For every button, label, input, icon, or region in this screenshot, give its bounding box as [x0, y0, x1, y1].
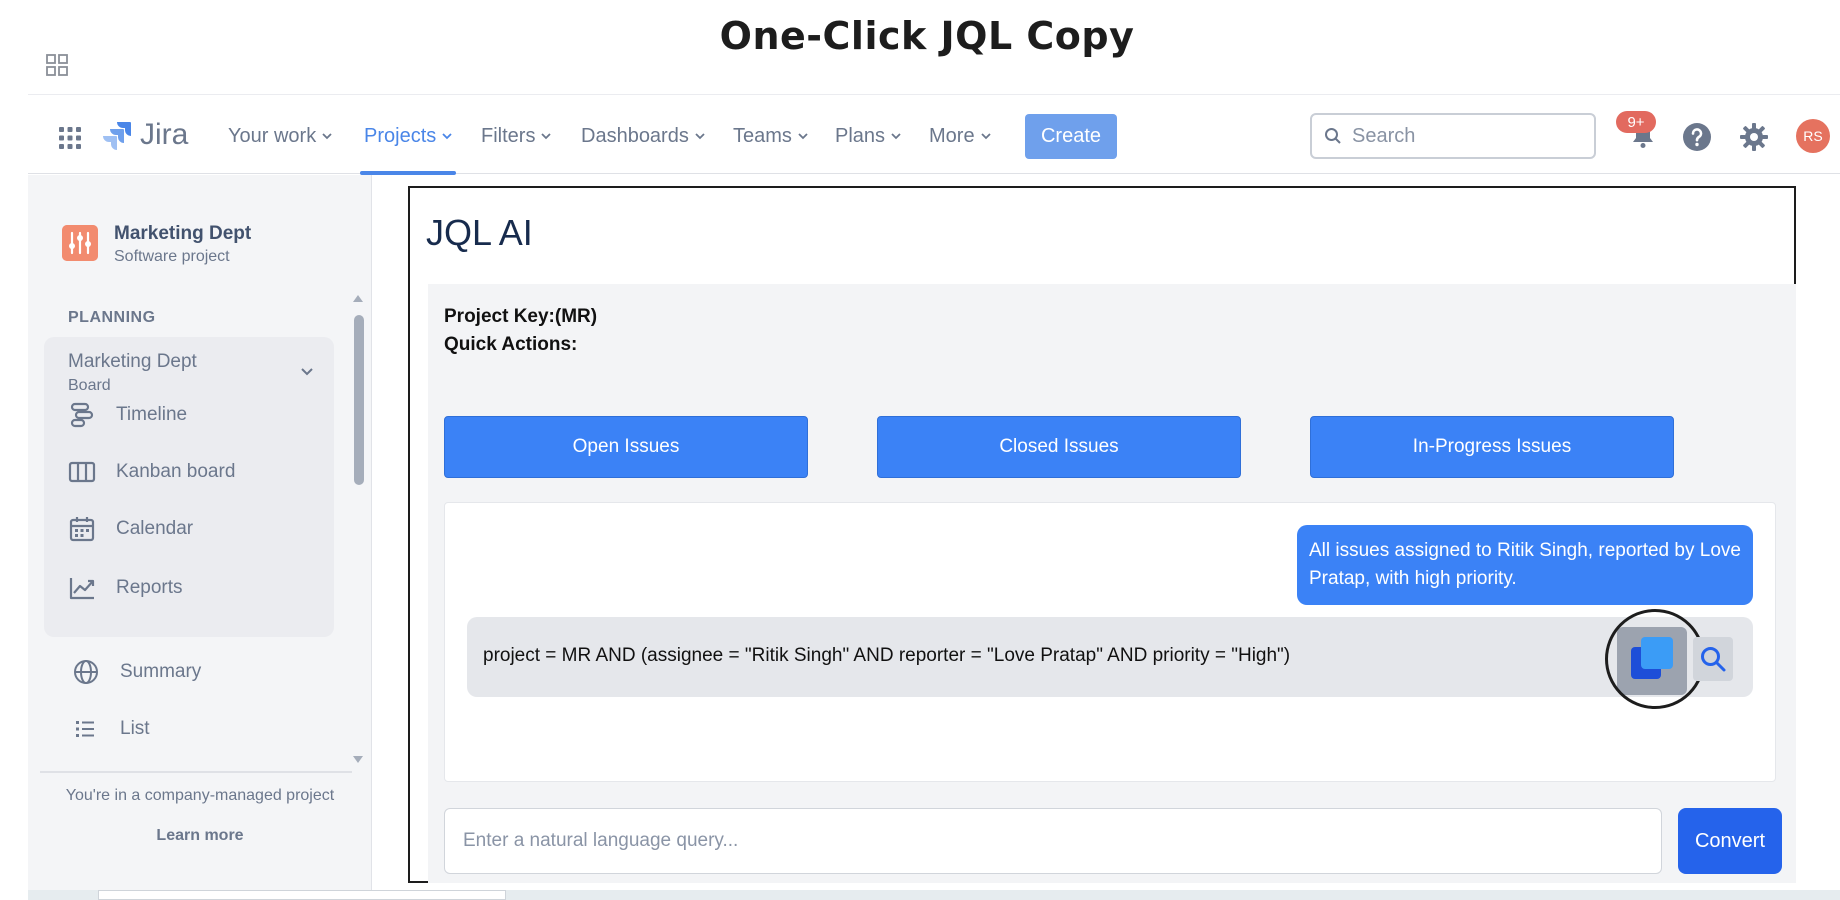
grid-icon	[46, 54, 68, 76]
jql-result-box: project = MR AND (assignee = "Ritik Sing…	[467, 609, 1753, 709]
nav-your-work-label: Your work	[228, 124, 317, 147]
app-switcher-icon[interactable]	[59, 127, 81, 149]
chevron-down-icon	[695, 133, 705, 140]
board-group: Marketing Dept Board Timeline Kanban boa…	[44, 337, 334, 637]
highlight-ring	[1605, 609, 1705, 709]
sidebar-item-label: Calendar	[116, 518, 194, 539]
board-subtitle: Board	[68, 377, 111, 394]
active-nav-underline	[360, 171, 456, 175]
sidebar-item-label: Kanban board	[116, 461, 236, 482]
in-progress-issues-button[interactable]: In-Progress Issues	[1310, 416, 1674, 478]
globe-icon	[74, 660, 98, 684]
nav-filters[interactable]: Filters	[481, 119, 552, 153]
list-icon	[76, 721, 94, 737]
top-navigation: Jira Your work Projects Filters Dashboar…	[28, 94, 1840, 175]
learn-more-link[interactable]: Learn more	[28, 827, 372, 845]
sidebar-divider	[40, 771, 352, 773]
nav-projects[interactable]: Projects	[364, 119, 452, 153]
planning-section-label: PLANNING	[68, 309, 156, 326]
sidebar-scrollbar-thumb[interactable]	[354, 315, 364, 485]
search-placeholder: Search	[1352, 124, 1416, 147]
chevron-down-icon	[891, 133, 901, 140]
closed-issues-button[interactable]: Closed Issues	[877, 416, 1241, 478]
sidebar-item-label: Summary	[120, 661, 202, 682]
nav-more-label: More	[929, 124, 975, 147]
avatar[interactable]: RS	[1796, 119, 1830, 153]
help-icon[interactable]	[1682, 122, 1712, 152]
project-avatar-icon	[62, 225, 98, 261]
chevron-down-icon	[322, 133, 332, 140]
board-title[interactable]: Marketing Dept	[68, 351, 197, 373]
nav-plans[interactable]: Plans	[835, 119, 901, 153]
sidebar-item-timeline[interactable]: Timeline	[68, 399, 187, 431]
user-message-bubble: All issues assigned to Ritik Singh, repo…	[1297, 525, 1753, 605]
create-button[interactable]: Create	[1025, 114, 1117, 159]
project-name[interactable]: Marketing Dept	[114, 223, 251, 245]
bottom-input-stub	[98, 890, 506, 900]
sidebar-item-label: Reports	[116, 577, 183, 598]
sidebar-item-calendar[interactable]: Calendar	[68, 513, 193, 545]
nav-teams-label: Teams	[733, 124, 792, 147]
chat-area: All issues assigned to Ritik Singh, repo…	[444, 502, 1776, 782]
chevron-down-icon	[541, 133, 552, 140]
search-icon	[1701, 647, 1726, 672]
chevron-down-icon	[798, 133, 808, 140]
jira-logo[interactable]: Jira	[102, 117, 188, 153]
quick-actions-label: Quick Actions:	[444, 334, 578, 355]
chevron-down-icon	[980, 133, 991, 140]
sidebar-item-list[interactable]: List	[72, 713, 150, 745]
nav-more[interactable]: More	[929, 119, 991, 153]
sidebar-item-label: List	[120, 718, 150, 739]
page-title: JQL AI	[426, 212, 533, 253]
natural-language-query-input[interactable]	[444, 808, 1662, 874]
search-icon	[1325, 128, 1341, 144]
nav-dashboards[interactable]: Dashboards	[581, 119, 705, 153]
nav-plans-label: Plans	[835, 124, 886, 147]
scroll-up-arrow-icon[interactable]	[352, 293, 364, 303]
sidebar-item-reports[interactable]: Reports	[68, 572, 183, 604]
project-type: Software project	[114, 248, 230, 265]
banner-title: One-Click JQL Copy	[719, 14, 1135, 58]
sidebar-item-label: Timeline	[116, 404, 188, 425]
notification-badge: 9+	[1616, 111, 1656, 133]
sidebar-item-summary[interactable]: Summary	[72, 656, 201, 688]
jql-result-text: project = MR AND (assignee = "Ritik Sing…	[483, 645, 1291, 666]
jql-ai-panel: JQL AI Project Key:(MR) Quick Actions: O…	[408, 186, 1796, 883]
scroll-down-arrow-icon[interactable]	[352, 755, 364, 765]
convert-button[interactable]: Convert	[1678, 808, 1782, 874]
timeline-icon	[70, 402, 94, 428]
jira-logo-text: Jira	[140, 118, 189, 151]
settings-icon[interactable]	[1739, 122, 1769, 152]
search-jql-button[interactable]	[1693, 637, 1733, 681]
jql-ai-content: Project Key:(MR) Quick Actions: Open Iss…	[428, 284, 1796, 883]
nav-filters-label: Filters	[481, 124, 536, 147]
chevron-down-icon	[442, 133, 452, 140]
project-key-label: Project Key:(MR)	[444, 306, 598, 327]
chevron-down-icon[interactable]	[300, 367, 314, 377]
nav-teams[interactable]: Teams	[733, 119, 808, 153]
search-input[interactable]: Search	[1310, 113, 1596, 159]
nav-dashboards-label: Dashboards	[581, 124, 689, 147]
kanban-icon	[68, 461, 96, 483]
company-managed-text: You're in a company-managed project	[65, 787, 335, 804]
sidebar-item-kanban-board[interactable]: Kanban board	[68, 456, 235, 488]
open-issues-button[interactable]: Open Issues	[444, 416, 808, 478]
sidebar: Marketing Dept Software project PLANNING…	[28, 175, 372, 900]
calendar-icon	[69, 517, 95, 542]
reports-icon	[69, 578, 95, 600]
nav-your-work[interactable]: Your work	[228, 119, 332, 153]
nav-projects-label: Projects	[364, 124, 437, 147]
jira-logo-icon	[103, 122, 131, 150]
